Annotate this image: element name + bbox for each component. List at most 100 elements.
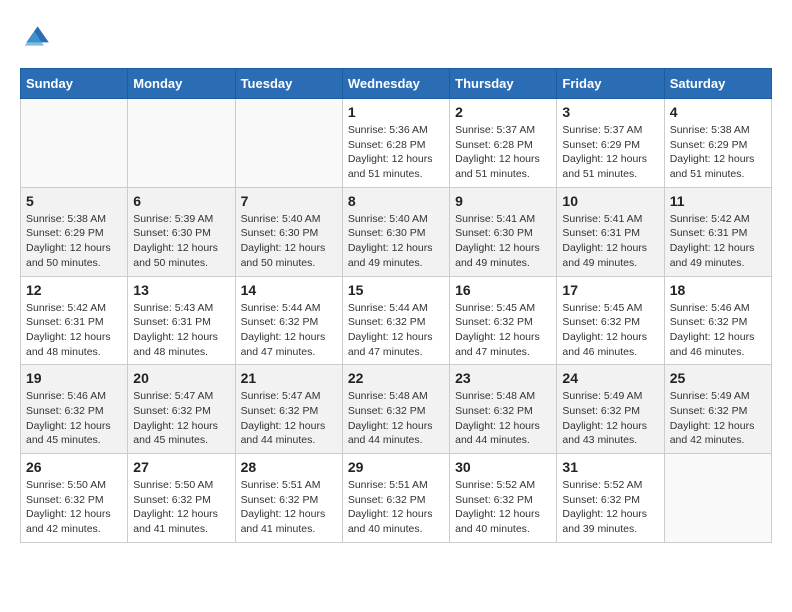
calendar-cell: 15Sunrise: 5:44 AMSunset: 6:32 PMDayligh… bbox=[342, 276, 449, 365]
sunrise-label: Sunrise: 5:46 AM bbox=[26, 390, 106, 402]
day-number: 28 bbox=[241, 459, 337, 475]
sunset-label: Sunset: 6:31 PM bbox=[133, 316, 211, 328]
sunset-label: Sunset: 6:28 PM bbox=[455, 139, 533, 151]
sunrise-label: Sunrise: 5:38 AM bbox=[670, 124, 750, 136]
day-info: Sunrise: 5:38 AMSunset: 6:29 PMDaylight:… bbox=[670, 123, 766, 182]
sunset-label: Sunset: 6:30 PM bbox=[455, 227, 533, 239]
day-info: Sunrise: 5:51 AMSunset: 6:32 PMDaylight:… bbox=[241, 478, 337, 537]
sunset-label: Sunset: 6:32 PM bbox=[133, 494, 211, 506]
day-number: 31 bbox=[562, 459, 658, 475]
day-info: Sunrise: 5:37 AM Sunset: 6:29 PM Daylight:… bbox=[562, 123, 658, 182]
daylight-label: Daylight: 12 hours and 44 minutes. bbox=[455, 420, 540, 447]
day-number: 5 bbox=[26, 193, 122, 209]
calendar-cell: 4Sunrise: 5:38 AMSunset: 6:29 PMDaylight… bbox=[664, 99, 771, 188]
daylight-label: Daylight: 12 hours and 41 minutes. bbox=[241, 508, 326, 535]
calendar-cell: 31Sunrise: 5:52 AMSunset: 6:32 PMDayligh… bbox=[557, 454, 664, 543]
sunset-label: Sunset: 6:32 PM bbox=[670, 316, 748, 328]
sunset-label: Sunset: 6:32 PM bbox=[348, 316, 426, 328]
daylight-label: Daylight: 12 hours and 48 minutes. bbox=[26, 331, 111, 358]
calendar-cell: 10Sunrise: 5:41 AMSunset: 6:31 PMDayligh… bbox=[557, 187, 664, 276]
sunrise-label: Sunrise: 5:38 AM bbox=[26, 213, 106, 225]
day-info: Sunrise: 5:38 AMSunset: 6:29 PMDaylight:… bbox=[26, 212, 122, 271]
calendar-cell: 9Sunrise: 5:41 AMSunset: 6:30 PMDaylight… bbox=[450, 187, 557, 276]
sunset-label: Sunset: 6:31 PM bbox=[562, 227, 640, 239]
sunset-label: Sunset: 6:32 PM bbox=[562, 316, 640, 328]
logo bbox=[20, 20, 56, 52]
sunrise-label: Sunrise: 5:37 AM bbox=[562, 124, 642, 136]
daylight-label: Daylight: 12 hours and 40 minutes. bbox=[455, 508, 540, 535]
day-number: 24 bbox=[562, 370, 658, 386]
sunrise-label: Sunrise: 5:41 AM bbox=[562, 213, 642, 225]
calendar-cell: 27Sunrise: 5:50 AMSunset: 6:32 PMDayligh… bbox=[128, 454, 235, 543]
day-number: 9 bbox=[455, 193, 551, 209]
calendar-cell: 6Sunrise: 5:39 AMSunset: 6:30 PMDaylight… bbox=[128, 187, 235, 276]
calendar-cell: 8Sunrise: 5:40 AMSunset: 6:30 PMDaylight… bbox=[342, 187, 449, 276]
daylight-label: Daylight: 12 hours and 45 minutes. bbox=[26, 420, 111, 447]
day-number: 26 bbox=[26, 459, 122, 475]
sunset-label: Sunset: 6:32 PM bbox=[348, 494, 426, 506]
sunset-label: Sunset: 6:32 PM bbox=[562, 405, 640, 417]
day-number: 18 bbox=[670, 282, 766, 298]
day-info: Sunrise: 5:50 AMSunset: 6:32 PMDaylight:… bbox=[26, 478, 122, 537]
calendar-week-row: 26 Sunrise: 5:50 AMSunset: 6:32 PMDayligh… bbox=[21, 454, 772, 543]
sunrise-label: Sunrise: 5:45 AM bbox=[562, 302, 642, 314]
sunrise-label: Sunrise: 5:43 AM bbox=[133, 302, 213, 314]
sunrise-label: Sunrise: 5:42 AM bbox=[670, 213, 750, 225]
sunset-label: Sunset: 6:32 PM bbox=[562, 494, 640, 506]
column-header-wednesday: Wednesday bbox=[342, 69, 449, 99]
day-info: Sunrise: 5:48 AMSunset: 6:32 PMDaylight:… bbox=[455, 389, 551, 448]
day-number: 15 bbox=[348, 282, 444, 298]
calendar-cell: 12Sunrise: 5:42 AMSunset: 6:31 PMDayligh… bbox=[21, 276, 128, 365]
day-number: 23 bbox=[455, 370, 551, 386]
sunrise-label: Sunrise: 5:52 AM bbox=[562, 479, 642, 491]
sunset-label: Sunset: 6:29 PM bbox=[562, 139, 640, 151]
logo-icon bbox=[20, 20, 52, 52]
daylight-label: Daylight: 12 hours and 40 minutes. bbox=[348, 508, 433, 535]
day-info: Sunrise: 5:42 AMSunset: 6:31 PMDaylight:… bbox=[670, 212, 766, 271]
day-number: 29 bbox=[348, 459, 444, 475]
sunrise-label: Sunrise: 5:40 AM bbox=[348, 213, 428, 225]
day-info: Sunrise: 5:46 AMSunset: 6:32 PMDaylight:… bbox=[670, 301, 766, 360]
sunrise-label: Sunrise: 5:52 AM bbox=[455, 479, 535, 491]
calendar-cell: 2Sunrise: 5:37 AMSunset: 6:28 PMDaylight… bbox=[450, 99, 557, 188]
calendar-cell: 14Sunrise: 5:44 AMSunset: 6:32 PMDayligh… bbox=[235, 276, 342, 365]
daylight-label: Daylight: 12 hours and 43 minutes. bbox=[562, 420, 647, 447]
sunset-label: Sunset: 6:32 PM bbox=[26, 405, 104, 417]
day-number: 8 bbox=[348, 193, 444, 209]
daylight-label: Daylight: 12 hours and 47 minutes. bbox=[241, 331, 326, 358]
day-info: Sunrise: 5:46 AM Sunset: 6:32 PM Daylight:… bbox=[26, 389, 122, 448]
daylight-label: Daylight: 12 hours and 51 minutes. bbox=[455, 153, 540, 180]
calendar-cell: 5 Sunrise: 5:38 AMSunset: 6:29 PMDaylight… bbox=[21, 187, 128, 276]
sunset-label: Sunset: 6:30 PM bbox=[348, 227, 426, 239]
calendar-cell: 18 Sunrise: 5:46 AMSunset: 6:32 PMDayligh… bbox=[664, 276, 771, 365]
day-info: Sunrise: 5:48 AMSunset: 6:32 PMDaylight:… bbox=[348, 389, 444, 448]
calendar-cell: 26 Sunrise: 5:50 AMSunset: 6:32 PMDayligh… bbox=[21, 454, 128, 543]
daylight-label: Daylight: 12 hours and 48 minutes. bbox=[133, 331, 218, 358]
sunset-label: Sunset: 6:32 PM bbox=[455, 494, 533, 506]
day-number: 14 bbox=[241, 282, 337, 298]
daylight-label: Daylight: 12 hours and 49 minutes. bbox=[455, 242, 540, 269]
daylight-label: Daylight: 12 hours and 45 minutes. bbox=[133, 420, 218, 447]
daylight-label: Daylight: 12 hours and 50 minutes. bbox=[241, 242, 326, 269]
daylight-label: Daylight: 12 hours and 51 minutes. bbox=[562, 153, 647, 180]
calendar-cell bbox=[235, 99, 342, 188]
day-number: 30 bbox=[455, 459, 551, 475]
day-number: 17 bbox=[562, 282, 658, 298]
sunset-label: Sunset: 6:32 PM bbox=[133, 405, 211, 417]
sunset-label: Sunset: 6:32 PM bbox=[26, 494, 104, 506]
calendar-week-row: 5 Sunrise: 5:38 AMSunset: 6:29 PMDaylight… bbox=[21, 187, 772, 276]
sunset-label: Sunset: 6:29 PM bbox=[670, 139, 748, 151]
calendar-cell: 21Sunrise: 5:47 AMSunset: 6:32 PMDayligh… bbox=[235, 365, 342, 454]
column-header-tuesday: Tuesday bbox=[235, 69, 342, 99]
day-number: 25 bbox=[670, 370, 766, 386]
day-number: 16 bbox=[455, 282, 551, 298]
daylight-label: Daylight: 12 hours and 42 minutes. bbox=[26, 508, 111, 535]
day-number: 7 bbox=[241, 193, 337, 209]
day-number: 13 bbox=[133, 282, 229, 298]
sunset-label: Sunset: 6:32 PM bbox=[455, 316, 533, 328]
column-header-thursday: Thursday bbox=[450, 69, 557, 99]
sunset-label: Sunset: 6:32 PM bbox=[670, 405, 748, 417]
column-header-monday: Monday bbox=[128, 69, 235, 99]
calendar-cell: 20Sunrise: 5:47 AMSunset: 6:32 PMDayligh… bbox=[128, 365, 235, 454]
column-header-sunday: Sunday bbox=[21, 69, 128, 99]
